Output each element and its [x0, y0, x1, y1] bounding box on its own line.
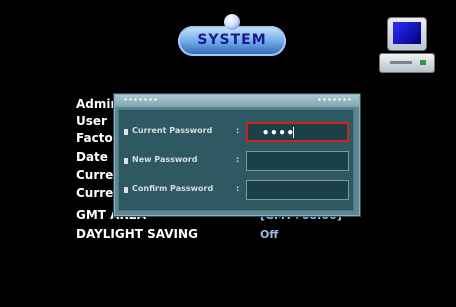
new-password-row: New Password : [118, 150, 354, 172]
row-bullet-icon [124, 158, 128, 164]
confirm-password-label: Confirm Password [132, 184, 214, 193]
menu-item-current-1[interactable]: Curre [76, 168, 113, 182]
orb-icon [224, 14, 240, 30]
monitor-screen [393, 22, 421, 44]
row-bullet-icon [124, 129, 128, 135]
dialog-titlebar[interactable] [115, 95, 359, 107]
menu-item-user[interactable]: User [76, 114, 107, 128]
row-colon: : [236, 184, 240, 193]
menu-item-daylight-saving[interactable]: DAYLIGHT SAVING [76, 227, 198, 241]
computer-icon [378, 18, 436, 80]
titlebar-dots-right [317, 98, 351, 101]
confirm-password-row: Confirm Password : [118, 179, 354, 201]
row-colon: : [236, 126, 240, 135]
dialog-body: Current Password : •••• New Password : C… [118, 109, 354, 211]
system-title-badge: SYSTEM [178, 14, 286, 58]
current-password-input[interactable]: •••• [246, 122, 349, 142]
menu-item-current-2[interactable]: Curre [76, 186, 113, 200]
current-password-row: Current Password : •••• [118, 121, 354, 143]
menu-item-factory[interactable]: Facto [76, 131, 113, 145]
power-led [420, 60, 426, 65]
monitor-icon [388, 18, 426, 50]
titlebar-dots-left [123, 98, 157, 101]
page-title: SYSTEM [197, 32, 267, 48]
current-password-label: Current Password [132, 126, 213, 135]
row-colon: : [236, 155, 240, 164]
new-password-label: New Password [132, 155, 198, 164]
new-password-input[interactable] [246, 151, 349, 171]
row-bullet-icon [124, 187, 128, 193]
current-password-value: •••• [262, 126, 295, 140]
daylight-saving-value[interactable]: Off [260, 228, 278, 241]
menu-item-admin[interactable]: Admin [76, 97, 119, 111]
disk-slot [390, 61, 412, 64]
confirm-password-input[interactable] [246, 180, 349, 200]
pc-base [380, 54, 434, 72]
change-password-dialog: Current Password : •••• New Password : C… [114, 94, 360, 216]
menu-item-date[interactable]: Date [76, 150, 108, 164]
text-caret [293, 127, 294, 138]
